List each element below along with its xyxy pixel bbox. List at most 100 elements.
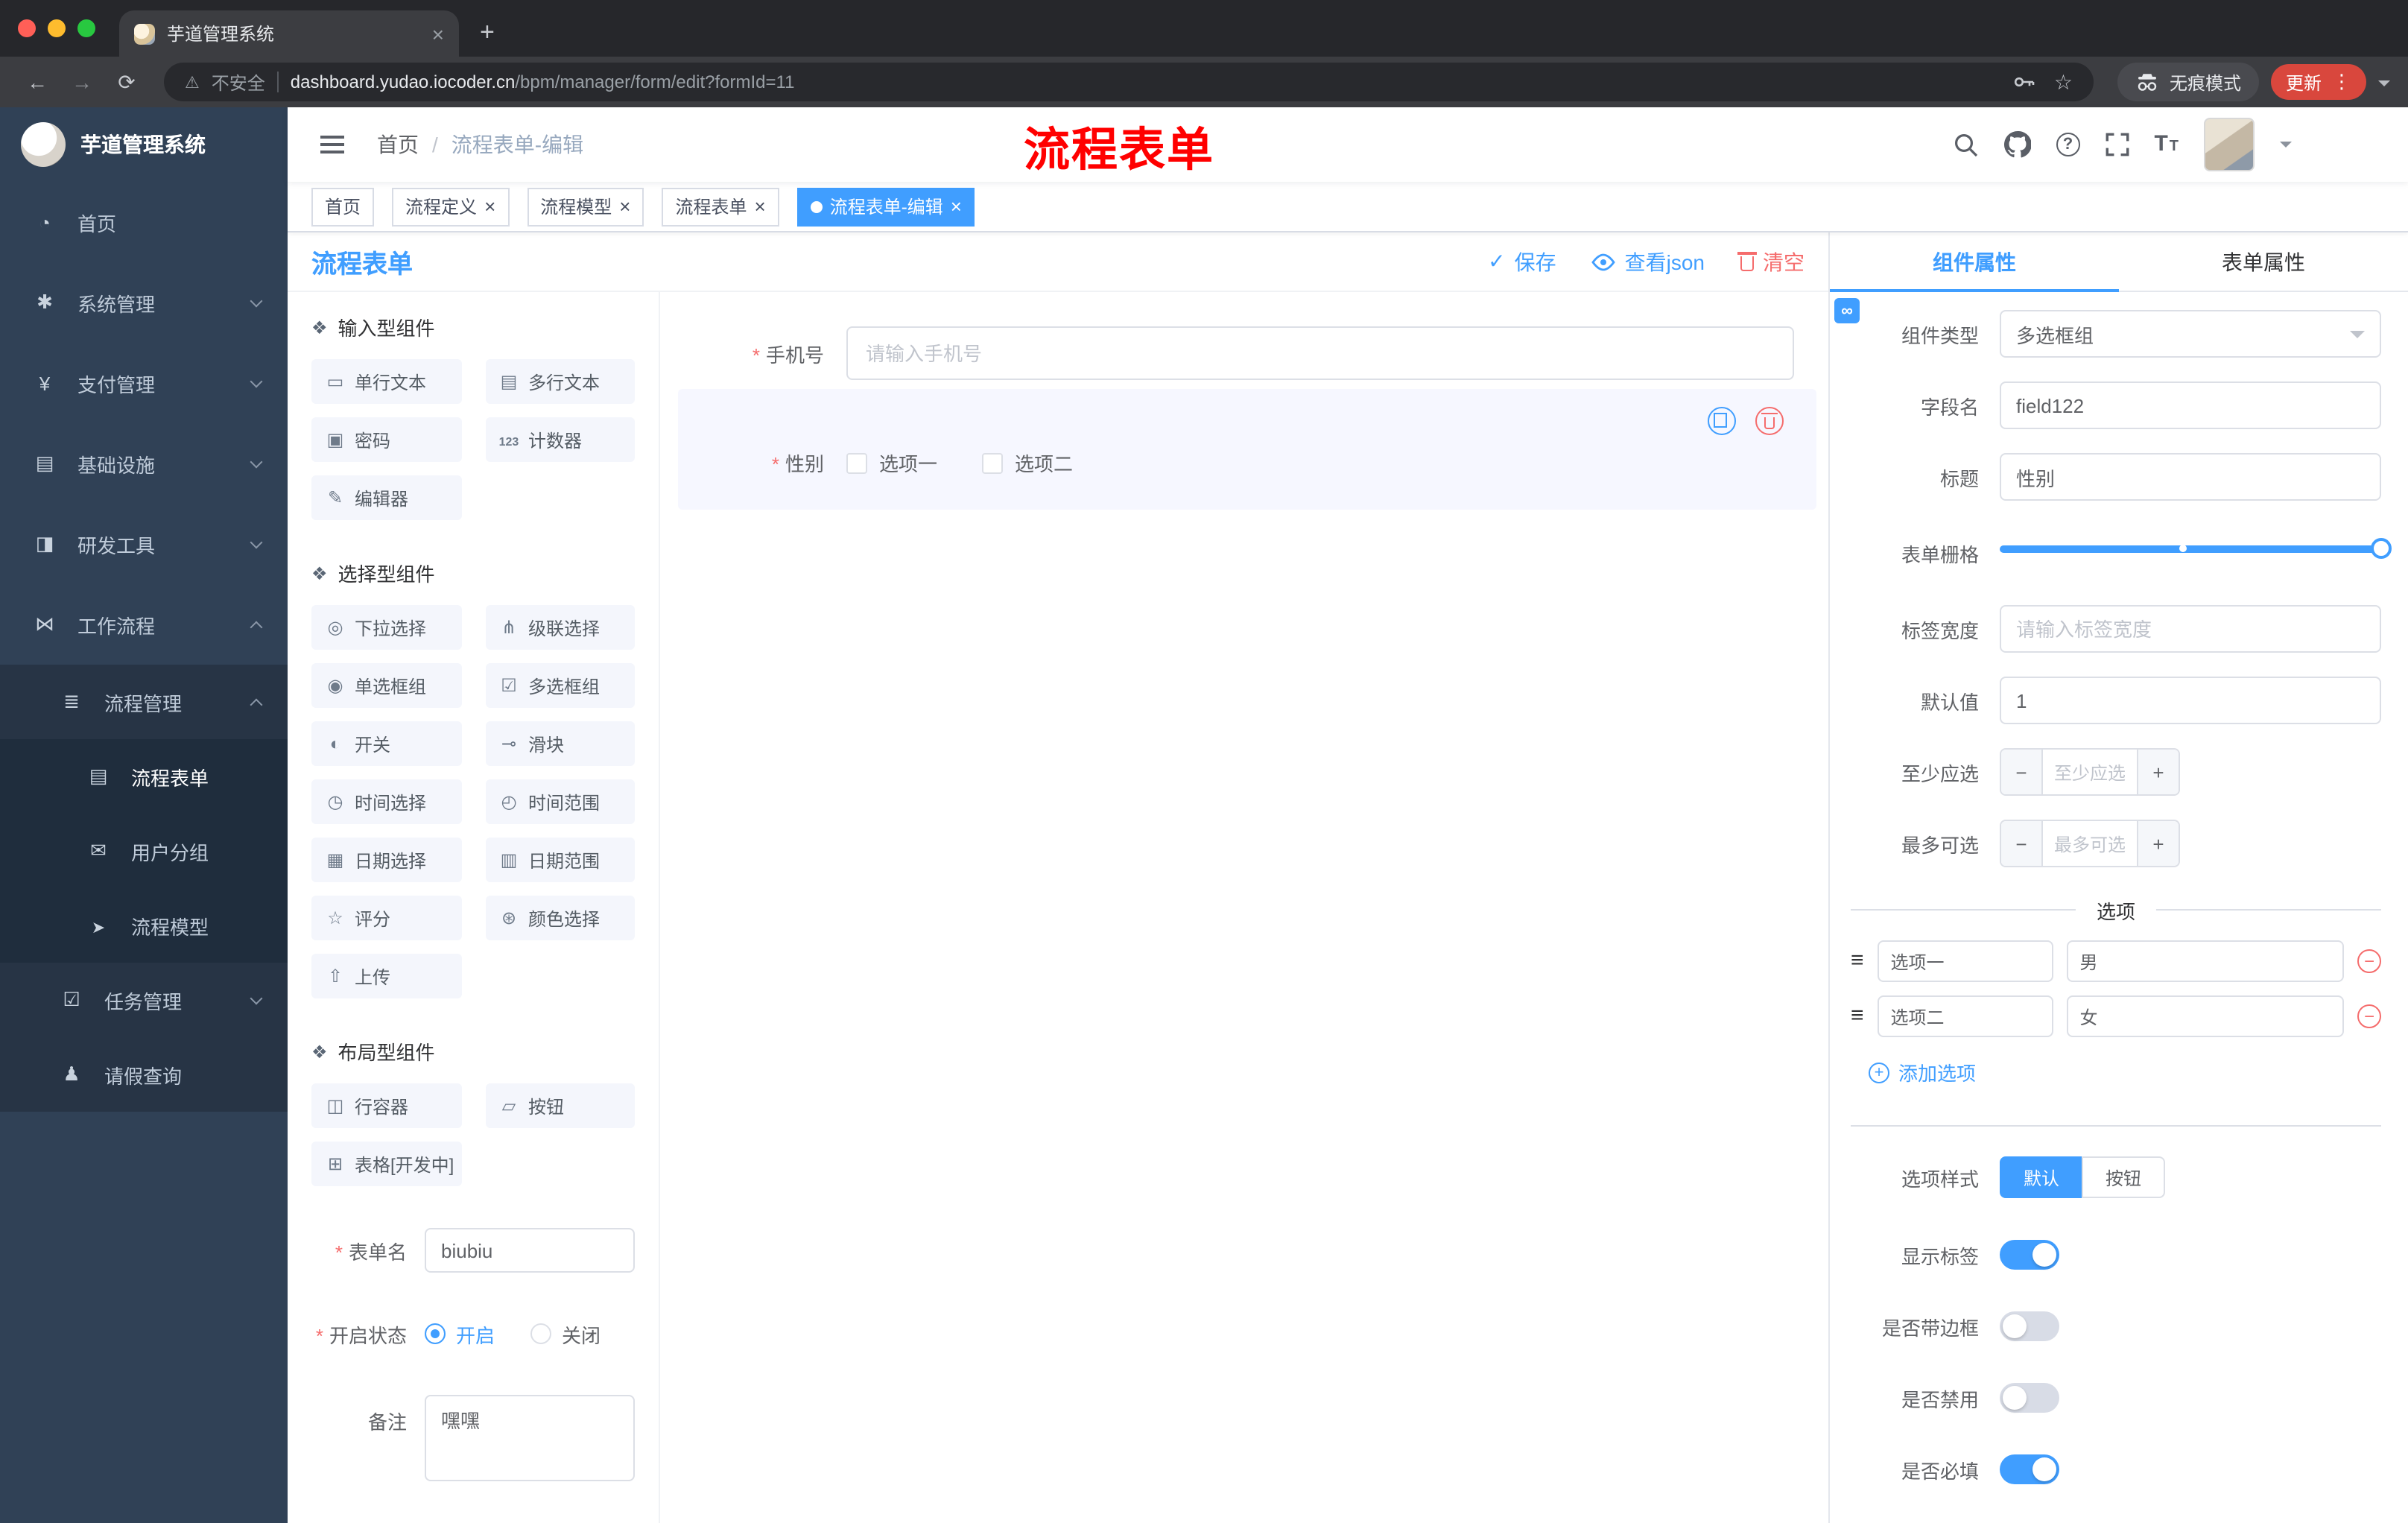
palette-item-text-field[interactable]: 单行文本 (311, 359, 461, 404)
option-value-input[interactable] (2066, 995, 2344, 1037)
option-value-input[interactable] (2066, 940, 2344, 982)
tag-home[interactable]: 首页 (311, 187, 375, 226)
tag-process-form[interactable]: 流程表单 (662, 187, 779, 226)
option-style-button-button[interactable]: 按钮 (2082, 1156, 2166, 1198)
max-select-value[interactable]: 最多可选 (2043, 821, 2137, 866)
copy-component-button[interactable] (1708, 407, 1736, 435)
delete-component-button[interactable] (1755, 407, 1784, 435)
border-toggle[interactable] (2000, 1311, 2059, 1341)
tab-component-props[interactable]: 组件属性 (1830, 232, 2119, 292)
remove-option-icon[interactable] (2357, 949, 2381, 973)
page-url[interactable]: dashboard.yudao.iocoder.cn/bpm/manager/f… (291, 72, 795, 92)
tag-close-icon[interactable] (951, 195, 962, 218)
palette-item-editor[interactable]: 编辑器 (311, 475, 461, 520)
title-input[interactable] (2000, 453, 2381, 501)
palette-item-password[interactable]: 密码 (311, 417, 461, 462)
tab-close-icon[interactable] (432, 22, 444, 45)
browser-update-button[interactable]: 更新 (2270, 64, 2366, 100)
phone-input[interactable] (846, 326, 1794, 380)
label-width-input[interactable] (2000, 605, 2381, 653)
form-canvas[interactable]: 手机号 性别 (660, 292, 1828, 1523)
browser-tab[interactable]: 芋道管理系统 (119, 10, 459, 57)
palette-item-button[interactable]: 按钮 (485, 1083, 635, 1128)
palette-item-select[interactable]: 下拉选择 (311, 605, 461, 650)
status-off-radio[interactable]: 关闭 (530, 1320, 601, 1348)
back-icon[interactable]: ← (18, 70, 57, 94)
font-size-icon[interactable] (2154, 131, 2179, 158)
default-value-input[interactable] (2000, 677, 2381, 724)
status-on-radio[interactable]: 开启 (425, 1320, 495, 1348)
security-label[interactable]: 不安全 (212, 69, 265, 95)
sidebar-item-process-management[interactable]: 流程管理 (0, 665, 288, 739)
checkbox-icon[interactable] (982, 452, 1004, 473)
option-label-input[interactable] (1877, 940, 2053, 982)
increase-button[interactable] (2137, 821, 2179, 866)
field-name-input[interactable] (2000, 381, 2381, 429)
option-style-default-button[interactable]: 默认 (2000, 1156, 2084, 1198)
browser-menu-icon[interactable] (2332, 70, 2351, 94)
gender-field-selected[interactable]: 性别 选项一 选项二 (678, 389, 1816, 510)
avatar-caret-down-icon[interactable] (2280, 142, 2292, 153)
gender-option-1[interactable]: 选项一 (846, 449, 937, 477)
sidebar-item-process-model[interactable]: 流程模型 (0, 888, 288, 963)
option-label-input[interactable] (1877, 995, 2053, 1037)
user-avatar[interactable] (2204, 118, 2255, 171)
clear-button[interactable]: 清空 (1737, 247, 1805, 276)
decrease-button[interactable] (2001, 821, 2043, 866)
min-select-value[interactable]: 至少应选 (2043, 750, 2137, 794)
palette-item-radio-group[interactable]: 单选框组 (311, 663, 461, 708)
toolbar-caret-down-icon[interactable] (2378, 80, 2390, 92)
palette-item-checkbox-group[interactable]: 多选框组 (485, 663, 635, 708)
sidebar-item-system-management[interactable]: 系统管理 (0, 262, 288, 343)
form-remark-textarea[interactable]: 嘿嘿 (425, 1395, 635, 1481)
sidebar-item-dev-tools[interactable]: 研发工具 (0, 504, 288, 584)
palette-item-switch[interactable]: 开关 (311, 721, 461, 766)
palette-item-upload[interactable]: 上传 (311, 954, 461, 998)
remove-option-icon[interactable] (2357, 1004, 2381, 1028)
sidebar-item-process-form[interactable]: 流程表单 (0, 739, 288, 814)
required-toggle[interactable] (2000, 1454, 2059, 1484)
sidebar-item-user-group[interactable]: 用户分组 (0, 814, 288, 888)
address-bar[interactable]: 不安全 dashboard.yudao.iocoder.cn/bpm/manag… (164, 63, 2094, 101)
tag-close-icon[interactable] (619, 195, 630, 218)
reload-icon[interactable]: ⟳ (107, 69, 146, 95)
sidebar-item-payment-management[interactable]: 支付管理 (0, 343, 288, 423)
close-window-button[interactable] (18, 19, 36, 37)
tag-close-icon[interactable] (755, 195, 766, 218)
palette-item-time-range[interactable]: 时间范围 (485, 779, 635, 824)
breadcrumb-home[interactable]: 首页 (377, 130, 419, 159)
forward-icon[interactable]: → (63, 70, 101, 94)
hamburger-icon[interactable] (311, 130, 353, 159)
palette-item-counter[interactable]: 计数器 (485, 417, 635, 462)
slider-handle[interactable] (2371, 538, 2392, 559)
tag-process-form-edit[interactable]: 流程表单-编辑 (796, 187, 975, 226)
palette-item-date-range[interactable]: 日期范围 (485, 838, 635, 882)
form-name-input[interactable] (425, 1228, 635, 1273)
bookmark-star-icon[interactable] (2054, 69, 2073, 95)
save-button[interactable]: 保存 (1488, 247, 1556, 276)
palette-item-rate[interactable]: 评分 (311, 896, 461, 940)
drag-handle-icon[interactable] (1851, 1003, 1864, 1030)
checkbox-icon[interactable] (846, 452, 867, 473)
tag-close-icon[interactable] (484, 195, 495, 218)
github-icon[interactable] (2003, 131, 2031, 158)
palette-item-slider[interactable]: 滑块 (485, 721, 635, 766)
show-label-toggle[interactable] (2000, 1240, 2059, 1270)
zoom-window-button[interactable] (77, 19, 95, 37)
palette-item-cascader[interactable]: 级联选择 (485, 605, 635, 650)
sidebar-item-workflow[interactable]: 工作流程 (0, 584, 288, 665)
palette-item-time-picker[interactable]: 时间选择 (311, 779, 461, 824)
new-tab-button[interactable] (480, 18, 495, 48)
component-type-select[interactable]: 多选框组 (2000, 310, 2381, 358)
help-icon[interactable] (2056, 133, 2080, 156)
disabled-toggle[interactable] (2000, 1383, 2059, 1413)
increase-button[interactable] (2137, 750, 2179, 794)
search-icon[interactable] (1953, 132, 1978, 157)
sidebar-item-task-management[interactable]: 任务管理 (0, 963, 288, 1037)
sidebar-item-home[interactable]: 首页 (0, 182, 288, 262)
palette-item-date-picker[interactable]: 日期选择 (311, 838, 461, 882)
form-grid-slider[interactable] (2000, 525, 2392, 572)
palette-item-textarea[interactable]: 多行文本 (485, 359, 635, 404)
sidebar-item-infrastructure[interactable]: 基础设施 (0, 423, 288, 504)
decrease-button[interactable] (2001, 750, 2043, 794)
